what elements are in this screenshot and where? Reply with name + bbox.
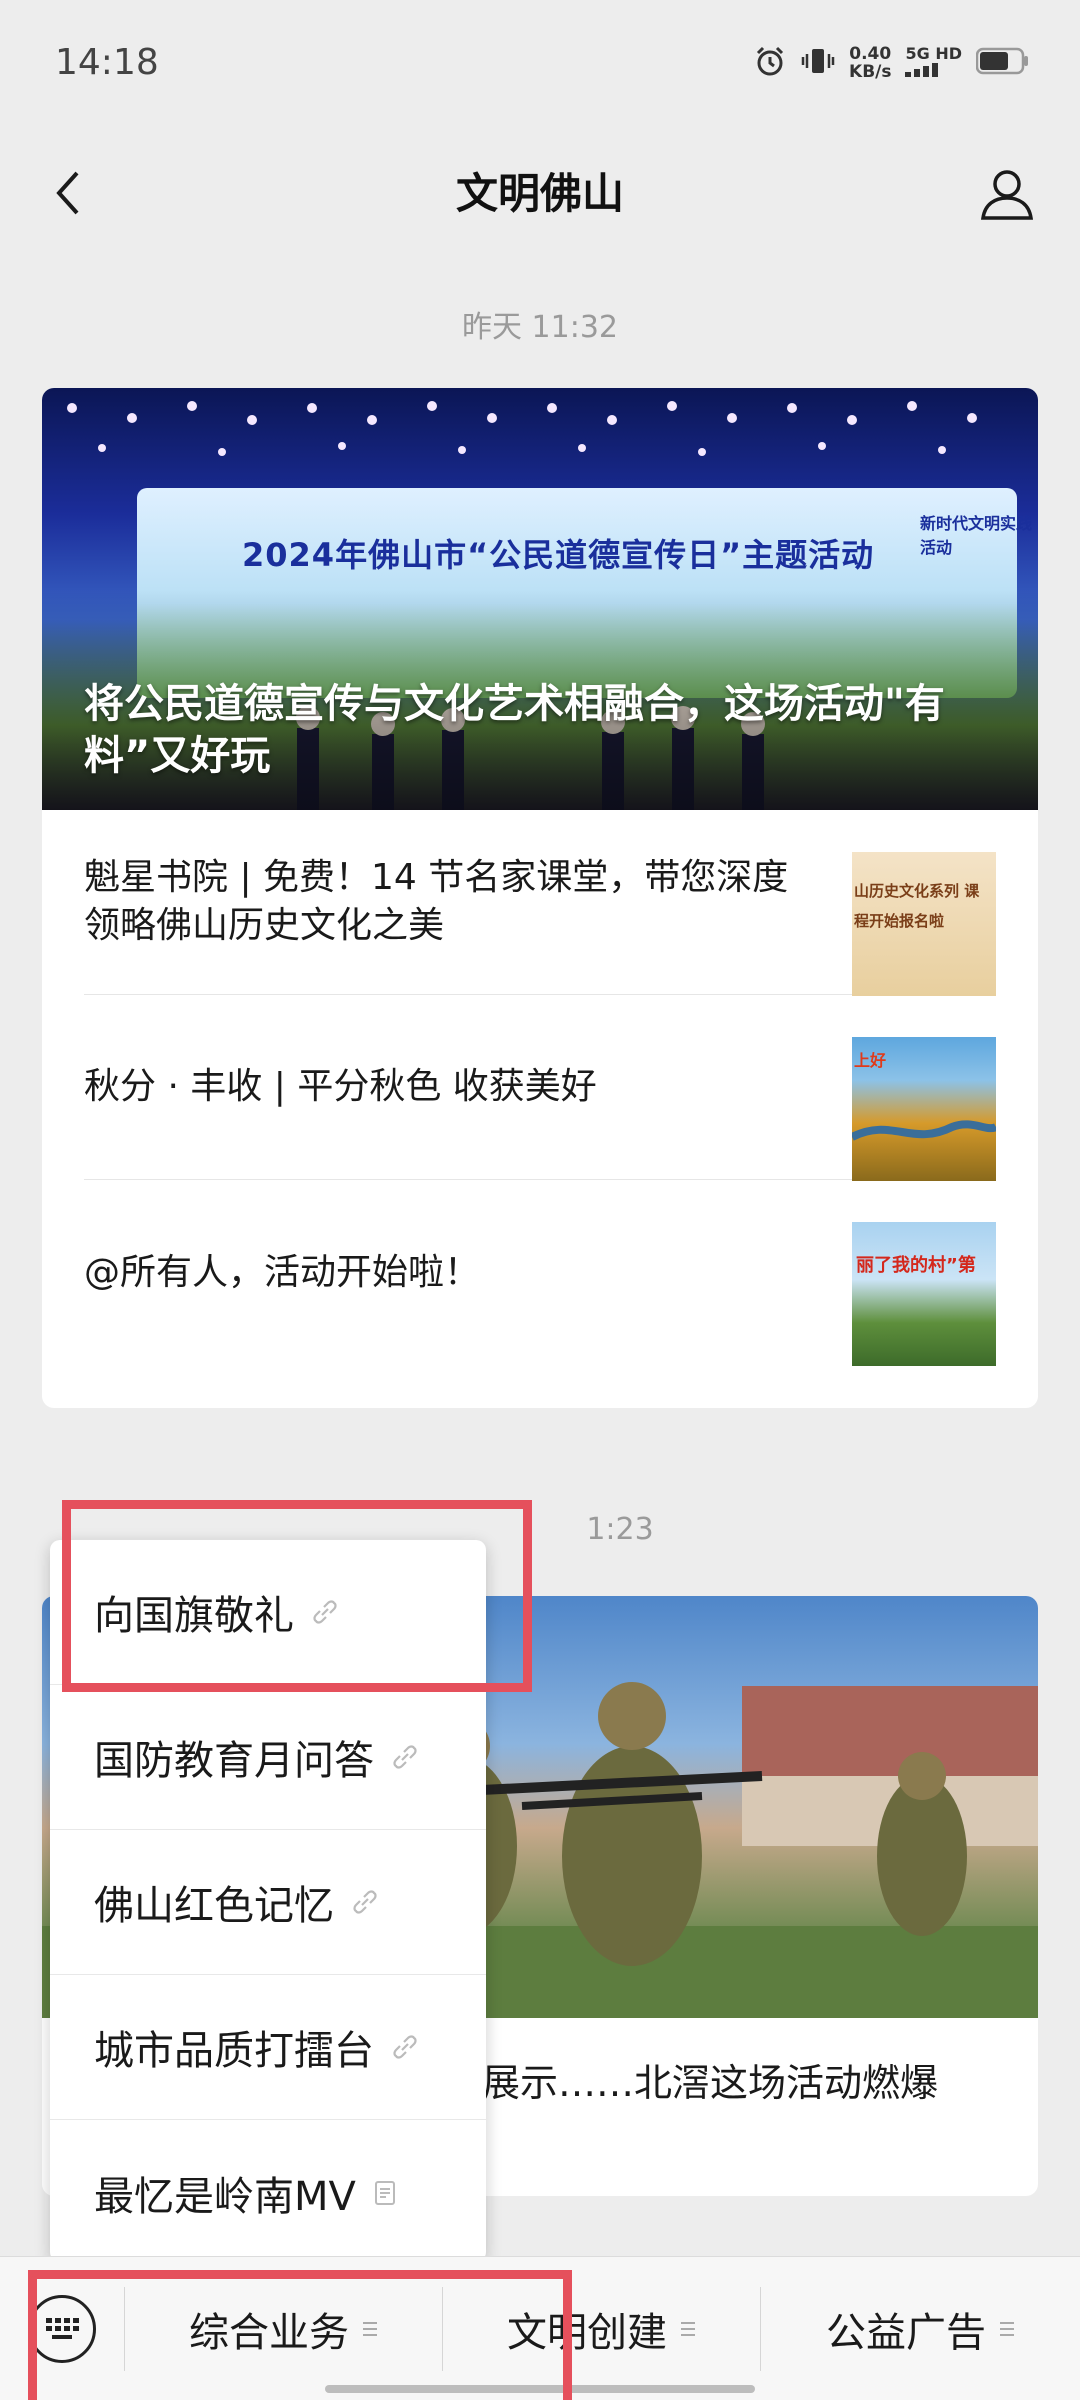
submenu-item-label: 佛山红色记忆 xyxy=(94,1883,334,1929)
article-card[interactable]: 新时代文明实践活动 2024年佛山市“公民道德宣传日”主题活动 将公民道德宣传与… xyxy=(42,388,1038,1408)
submenu-item[interactable]: 国防教育月问答 xyxy=(50,1685,486,1830)
list-item-title: 魁星书院 | 免费！14 节名家课堂，带您深度领略佛山历史文化之美 xyxy=(84,857,789,946)
submenu-item-label: 最忆是岭南MV xyxy=(94,2173,356,2220)
speed-indicator: 0.40 KB/s xyxy=(849,44,892,82)
link-icon xyxy=(352,1889,378,1915)
profile-icon[interactable] xyxy=(974,156,1040,232)
list-item[interactable]: 秋分 · 丰收 | 平分秋色 收获美好 上好 xyxy=(84,995,996,1181)
status-time: 14:18 xyxy=(55,42,159,83)
list-item[interactable]: @所有人，活动开始啦！ 丽了我的村”第 xyxy=(84,1180,996,1366)
link-icon xyxy=(392,1744,418,1770)
page-title: 文明佛山 xyxy=(455,169,624,218)
submenu-item[interactable]: 城市品质打擂台 xyxy=(50,1975,486,2120)
signal-icon: 5G HD xyxy=(905,45,962,81)
list-item-thumbnail: 山历史文化系列 课程开始报名啦 xyxy=(852,852,996,996)
highlight-box xyxy=(28,2270,572,2400)
banner-title: 2024年佛山市“公民道德宣传日”主题活动 xyxy=(242,536,875,574)
banner-tag: 新时代文明实践活动 xyxy=(920,514,1033,557)
list-item-thumbnail: 丽了我的村”第 xyxy=(852,1222,996,1366)
submenu-item[interactable]: 佛山红色记忆 xyxy=(50,1830,486,1975)
stage-lights-graphic xyxy=(67,401,977,456)
article-icon xyxy=(374,2180,396,2206)
cover-article[interactable]: 新时代文明实践活动 2024年佛山市“公民道德宣传日”主题活动 将公民道德宣传与… xyxy=(42,388,1038,810)
nav-bar: 文明佛山 xyxy=(0,128,1080,264)
alarm-icon xyxy=(753,44,787,82)
highlight-box xyxy=(62,1500,532,1692)
status-icons: 0.40 KB/s 5G HD xyxy=(753,44,1030,82)
list-item-title: @所有人，活动开始啦！ xyxy=(84,1251,481,1293)
submenu-item-label: 国防教育月问答 xyxy=(94,1738,374,1784)
battery-icon xyxy=(975,47,1030,79)
list-item[interactable]: 魁星书院 | 免费！14 节名家课堂，带您深度领略佛山历史文化之美 山历史文化系… xyxy=(84,810,996,996)
menu-indicator-icon xyxy=(1000,2318,1014,2340)
vibrate-icon xyxy=(801,44,835,82)
list-item-title: 秋分 · 丰收 | 平分秋色 收获美好 xyxy=(84,1066,597,1107)
list-item-thumbnail: 上好 xyxy=(852,1037,996,1181)
submenu-item-label: 城市品质打擂台 xyxy=(94,2028,374,2074)
message-timestamp: 昨天 11:32 xyxy=(462,310,618,345)
cover-article-title: 将公民道德宣传与文化艺术相融合，这场活动"有料”又好玩 xyxy=(84,681,945,779)
status-bar: 14:18 0.40 KB/s 5G HD xyxy=(0,0,1080,128)
menu-tab-public-ads[interactable]: 公益广告 xyxy=(760,2257,1080,2400)
link-icon xyxy=(392,2034,418,2060)
article-title: 展示……北滘这场活动燃爆 xyxy=(482,2061,939,2105)
menu-indicator-icon xyxy=(681,2318,695,2340)
submenu-item[interactable]: 最忆是岭南MV xyxy=(50,2120,486,2265)
